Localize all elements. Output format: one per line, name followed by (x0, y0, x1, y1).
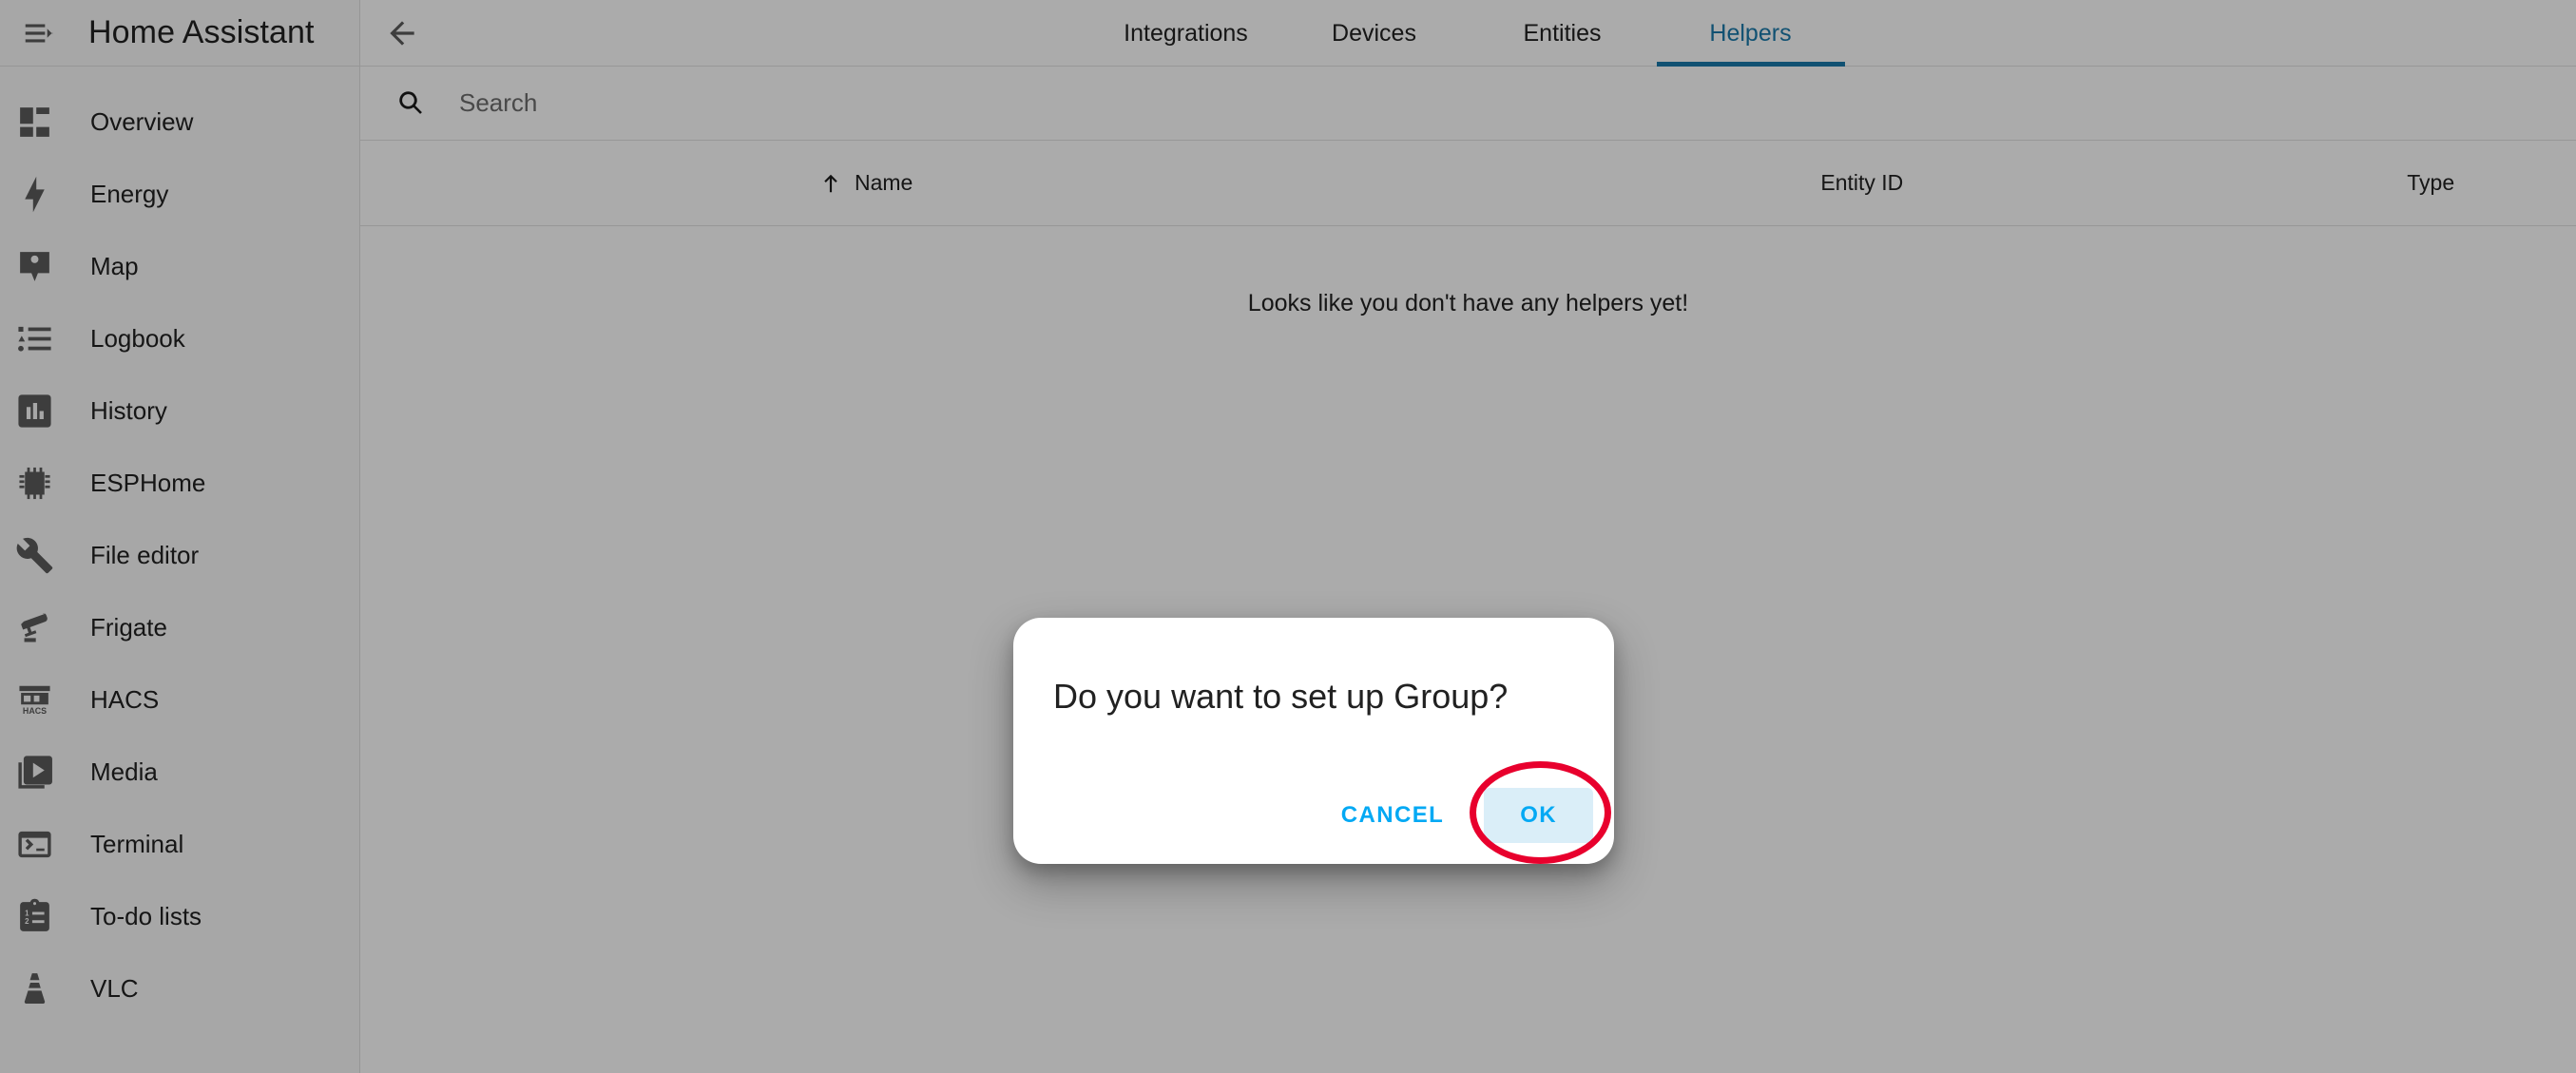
svg-text:1: 1 (25, 909, 29, 917)
cancel-button[interactable]: CANCEL (1318, 788, 1467, 843)
sidebar-item-label: File editor (90, 540, 200, 569)
sidebar-item-map[interactable]: Map (0, 230, 359, 302)
sidebar-item-overview[interactable]: Overview (0, 86, 359, 158)
sidebar-item-vlc[interactable]: VLC (0, 952, 359, 1025)
sidebar-item-file-editor[interactable]: File editor (0, 519, 359, 591)
sidebar-item-label: Media (90, 757, 158, 786)
tab-label: Helpers (1709, 19, 1792, 47)
svg-text:HACS: HACS (22, 705, 46, 715)
sidebar-item-history[interactable]: History (0, 374, 359, 447)
home-assistant-app: Home Assistant Overview Energy Map Logbo… (0, 0, 2576, 1073)
sidebar-item-label: To-do lists (90, 901, 202, 930)
sidebar-item-frigate[interactable]: Frigate (0, 591, 359, 663)
lightning-bolt-icon (8, 167, 61, 220)
play-box-multiple-icon (8, 745, 61, 798)
chip-icon (8, 456, 61, 509)
column-header-type[interactable]: Type (2407, 170, 2454, 196)
clipboard-list-icon: 1 2 (8, 890, 61, 943)
sidebar-item-energy[interactable]: Energy (0, 158, 359, 230)
column-header-label: Type (2407, 170, 2455, 195)
tab-devices[interactable]: Devices (1280, 0, 1469, 67)
menu-open-icon[interactable] (10, 4, 68, 63)
column-header-label: Entity ID (1820, 170, 1904, 195)
sidebar-item-label: ESPHome (90, 468, 206, 497)
sidebar-item-terminal[interactable]: Terminal (0, 808, 359, 880)
tab-entities[interactable]: Entities (1469, 0, 1657, 67)
sidebar-item-esphome[interactable]: ESPHome (0, 447, 359, 519)
sidebar-item-label: Terminal (90, 829, 184, 858)
column-header-label: Name (855, 170, 913, 195)
svg-text:2: 2 (25, 917, 29, 926)
column-header-entity-id[interactable]: Entity ID (1820, 170, 1903, 196)
main-content: Integrations Devices Entities Helpers Se… (360, 0, 2576, 1073)
sidebar-item-todo-lists[interactable]: 1 2 To-do lists (0, 880, 359, 952)
tab-helpers[interactable]: Helpers (1656, 0, 1845, 67)
sidebar-item-label: Energy (90, 179, 169, 208)
table-header-row: Name Entity ID Type (360, 141, 2576, 226)
app-title: Home Assistant (88, 14, 315, 50)
console-icon (8, 817, 61, 871)
column-header-name[interactable]: Name (818, 169, 913, 198)
sidebar: Home Assistant Overview Energy Map Logbo… (0, 0, 360, 1073)
sidebar-item-label: VLC (90, 973, 139, 1003)
tab-integrations[interactable]: Integrations (1092, 0, 1280, 67)
tab-label: Devices (1332, 19, 1416, 47)
hacs-storefront-icon: HACS (8, 673, 61, 726)
tab-bar: Integrations Devices Entities Helpers (360, 0, 2576, 67)
chart-box-icon (8, 384, 61, 437)
arrow-left-icon[interactable] (373, 4, 432, 63)
format-list-bulleted-icon (8, 312, 61, 365)
dialog-actions: CANCEL OK (1013, 788, 1614, 864)
search-input[interactable] (459, 88, 1067, 118)
tab-label: Integrations (1124, 19, 1248, 47)
arrow-up-icon (818, 169, 843, 198)
sidebar-header: Home Assistant (0, 0, 359, 67)
sidebar-item-label: Frigate (90, 612, 167, 642)
sidebar-nav: Overview Energy Map Logbook History ESPH… (0, 67, 359, 1025)
ok-button[interactable]: OK (1484, 788, 1593, 843)
search-bar (360, 67, 2576, 141)
map-marker-account-icon (8, 240, 61, 293)
dialog-title: Do you want to set up Group? (1053, 677, 1509, 716)
sidebar-item-label: Logbook (90, 323, 185, 353)
top-toolbar: Integrations Devices Entities Helpers (360, 0, 2576, 67)
sidebar-item-label: HACS (90, 684, 160, 714)
sidebar-item-label: Overview (90, 106, 194, 136)
sidebar-item-logbook[interactable]: Logbook (0, 302, 359, 374)
search-icon (389, 81, 434, 126)
sidebar-item-label: Map (90, 251, 139, 280)
sidebar-item-label: History (90, 395, 167, 425)
vlc-cone-icon (8, 962, 61, 1015)
cctv-camera-icon (8, 601, 61, 654)
sidebar-item-hacs[interactable]: HACS HACS (0, 663, 359, 736)
view-dashboard-icon (8, 95, 61, 148)
confirmation-dialog: Do you want to set up Group? CANCEL OK (1013, 618, 1614, 864)
tab-label: Entities (1523, 19, 1602, 47)
wrench-icon (8, 528, 61, 582)
sidebar-item-media[interactable]: Media (0, 736, 359, 808)
